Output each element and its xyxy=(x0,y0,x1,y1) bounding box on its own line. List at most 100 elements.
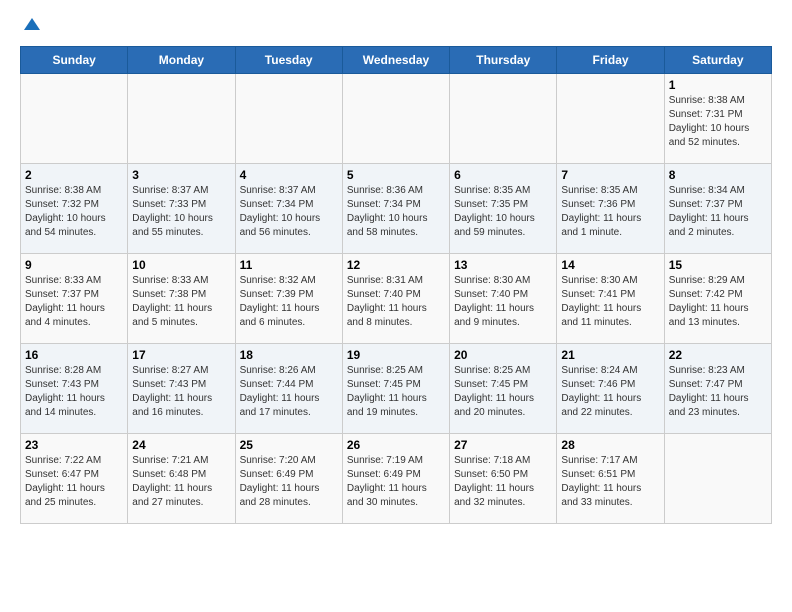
day-number: 16 xyxy=(25,348,123,362)
calendar-week-row: 23Sunrise: 7:22 AM Sunset: 6:47 PM Dayli… xyxy=(21,434,772,524)
day-info: Sunrise: 8:31 AM Sunset: 7:40 PM Dayligh… xyxy=(347,274,445,330)
day-info: Sunrise: 8:28 AM Sunset: 7:43 PM Dayligh… xyxy=(25,364,123,420)
day-info: Sunrise: 8:35 AM Sunset: 7:36 PM Dayligh… xyxy=(561,184,659,240)
weekday-header-monday: Monday xyxy=(128,47,235,74)
calendar-cell: 8 Sunrise: 8:34 AM Sunset: 7:37 PM Daylig… xyxy=(664,164,771,254)
day-number: 11 xyxy=(240,258,338,272)
calendar-cell: 14Sunrise: 8:30 AM Sunset: 7:41 PM Dayli… xyxy=(557,254,664,344)
calendar-cell: 9 Sunrise: 8:33 AM Sunset: 7:37 PM Daylig… xyxy=(21,254,128,344)
calendar-cell: 10 Sunrise: 8:33 AM Sunset: 7:38 PM Dayli… xyxy=(128,254,235,344)
day-info: Sunrise: 8:34 AM Sunset: 7:37 PM Dayligh… xyxy=(669,184,767,240)
day-number: 23 xyxy=(25,438,123,452)
calendar-cell: 21 Sunrise: 8:24 AM Sunset: 7:46 PM Dayli… xyxy=(557,344,664,434)
day-number: 3 xyxy=(132,168,230,182)
calendar-cell: 2Sunrise: 8:38 AM Sunset: 7:32 PM Daylig… xyxy=(21,164,128,254)
day-number: 9 xyxy=(25,258,123,272)
weekday-header-friday: Friday xyxy=(557,47,664,74)
logo xyxy=(20,20,42,36)
calendar-cell xyxy=(342,74,449,164)
day-number: 14 xyxy=(561,258,659,272)
day-info: Sunrise: 8:35 AM Sunset: 7:35 PM Dayligh… xyxy=(454,184,552,240)
calendar-cell: 27 Sunrise: 7:18 AM Sunset: 6:50 PM Dayli… xyxy=(450,434,557,524)
day-number: 20 xyxy=(454,348,552,362)
weekday-header-saturday: Saturday xyxy=(664,47,771,74)
calendar-week-row: 9 Sunrise: 8:33 AM Sunset: 7:37 PM Daylig… xyxy=(21,254,772,344)
calendar-cell: 23Sunrise: 7:22 AM Sunset: 6:47 PM Dayli… xyxy=(21,434,128,524)
calendar-cell: 6 Sunrise: 8:35 AM Sunset: 7:35 PM Daylig… xyxy=(450,164,557,254)
calendar-cell: 25 Sunrise: 7:20 AM Sunset: 6:49 PM Dayli… xyxy=(235,434,342,524)
day-number: 4 xyxy=(240,168,338,182)
calendar-cell xyxy=(557,74,664,164)
calendar-cell: 17 Sunrise: 8:27 AM Sunset: 7:43 PM Dayli… xyxy=(128,344,235,434)
calendar-cell xyxy=(664,434,771,524)
day-number: 19 xyxy=(347,348,445,362)
weekday-header-thursday: Thursday xyxy=(450,47,557,74)
day-number: 28 xyxy=(561,438,659,452)
day-info: Sunrise: 8:37 AM Sunset: 7:33 PM Dayligh… xyxy=(132,184,230,240)
day-info: Sunrise: 7:17 AM Sunset: 6:51 PM Dayligh… xyxy=(561,454,659,510)
day-info: Sunrise: 8:25 AM Sunset: 7:45 PM Dayligh… xyxy=(454,364,552,420)
calendar-cell: 3 Sunrise: 8:37 AM Sunset: 7:33 PM Daylig… xyxy=(128,164,235,254)
day-number: 26 xyxy=(347,438,445,452)
day-number: 25 xyxy=(240,438,338,452)
day-info: Sunrise: 7:19 AM Sunset: 6:49 PM Dayligh… xyxy=(347,454,445,510)
day-info: Sunrise: 7:20 AM Sunset: 6:49 PM Dayligh… xyxy=(240,454,338,510)
day-info: Sunrise: 8:23 AM Sunset: 7:47 PM Dayligh… xyxy=(669,364,767,420)
day-number: 5 xyxy=(347,168,445,182)
calendar-cell xyxy=(128,74,235,164)
calendar-cell: 22 Sunrise: 8:23 AM Sunset: 7:47 PM Dayli… xyxy=(664,344,771,434)
weekday-header-wednesday: Wednesday xyxy=(342,47,449,74)
calendar-cell: 18 Sunrise: 8:26 AM Sunset: 7:44 PM Dayli… xyxy=(235,344,342,434)
day-number: 6 xyxy=(454,168,552,182)
day-info: Sunrise: 8:32 AM Sunset: 7:39 PM Dayligh… xyxy=(240,274,338,330)
day-number: 22 xyxy=(669,348,767,362)
day-info: Sunrise: 7:18 AM Sunset: 6:50 PM Dayligh… xyxy=(454,454,552,510)
calendar-table: SundayMondayTuesdayWednesdayThursdayFrid… xyxy=(20,46,772,524)
calendar-cell: 4 Sunrise: 8:37 AM Sunset: 7:34 PM Daylig… xyxy=(235,164,342,254)
day-info: Sunrise: 8:38 AM Sunset: 7:31 PM Dayligh… xyxy=(669,94,767,150)
day-number: 17 xyxy=(132,348,230,362)
weekday-header-row: SundayMondayTuesdayWednesdayThursdayFrid… xyxy=(21,47,772,74)
calendar-cell: 26 Sunrise: 7:19 AM Sunset: 6:49 PM Dayli… xyxy=(342,434,449,524)
calendar-cell: 13Sunrise: 8:30 AM Sunset: 7:40 PM Dayli… xyxy=(450,254,557,344)
day-info: Sunrise: 8:24 AM Sunset: 7:46 PM Dayligh… xyxy=(561,364,659,420)
calendar-week-row: 2Sunrise: 8:38 AM Sunset: 7:32 PM Daylig… xyxy=(21,164,772,254)
calendar-cell: 7 Sunrise: 8:35 AM Sunset: 7:36 PM Daylig… xyxy=(557,164,664,254)
day-number: 1 xyxy=(669,78,767,92)
logo-icon xyxy=(22,16,42,36)
day-number: 10 xyxy=(132,258,230,272)
day-info: Sunrise: 8:33 AM Sunset: 7:37 PM Dayligh… xyxy=(25,274,123,330)
day-info: Sunrise: 8:36 AM Sunset: 7:34 PM Dayligh… xyxy=(347,184,445,240)
day-number: 27 xyxy=(454,438,552,452)
calendar-week-row: 16 Sunrise: 8:28 AM Sunset: 7:43 PM Dayli… xyxy=(21,344,772,434)
weekday-header-sunday: Sunday xyxy=(21,47,128,74)
day-info: Sunrise: 8:26 AM Sunset: 7:44 PM Dayligh… xyxy=(240,364,338,420)
calendar-cell xyxy=(21,74,128,164)
day-number: 7 xyxy=(561,168,659,182)
day-info: Sunrise: 8:27 AM Sunset: 7:43 PM Dayligh… xyxy=(132,364,230,420)
calendar-cell: 28 Sunrise: 7:17 AM Sunset: 6:51 PM Dayli… xyxy=(557,434,664,524)
day-number: 18 xyxy=(240,348,338,362)
day-info: Sunrise: 8:29 AM Sunset: 7:42 PM Dayligh… xyxy=(669,274,767,330)
calendar-cell: 12 Sunrise: 8:31 AM Sunset: 7:40 PM Dayli… xyxy=(342,254,449,344)
calendar-cell: 11 Sunrise: 8:32 AM Sunset: 7:39 PM Dayli… xyxy=(235,254,342,344)
weekday-header-tuesday: Tuesday xyxy=(235,47,342,74)
day-number: 12 xyxy=(347,258,445,272)
page-header xyxy=(20,20,772,36)
calendar-cell: 24 Sunrise: 7:21 AM Sunset: 6:48 PM Dayli… xyxy=(128,434,235,524)
day-number: 15 xyxy=(669,258,767,272)
day-info: Sunrise: 8:37 AM Sunset: 7:34 PM Dayligh… xyxy=(240,184,338,240)
calendar-week-row: 1 Sunrise: 8:38 AM Sunset: 7:31 PM Daylig… xyxy=(21,74,772,164)
calendar-cell: 1 Sunrise: 8:38 AM Sunset: 7:31 PM Daylig… xyxy=(664,74,771,164)
day-number: 8 xyxy=(669,168,767,182)
day-info: Sunrise: 8:33 AM Sunset: 7:38 PM Dayligh… xyxy=(132,274,230,330)
calendar-cell: 16 Sunrise: 8:28 AM Sunset: 7:43 PM Dayli… xyxy=(21,344,128,434)
day-number: 24 xyxy=(132,438,230,452)
day-info: Sunrise: 8:38 AM Sunset: 7:32 PM Dayligh… xyxy=(25,184,123,240)
calendar-cell: 20 Sunrise: 8:25 AM Sunset: 7:45 PM Dayli… xyxy=(450,344,557,434)
calendar-cell xyxy=(450,74,557,164)
day-info: Sunrise: 7:21 AM Sunset: 6:48 PM Dayligh… xyxy=(132,454,230,510)
day-number: 13 xyxy=(454,258,552,272)
day-number: 21 xyxy=(561,348,659,362)
calendar-cell: 5 Sunrise: 8:36 AM Sunset: 7:34 PM Daylig… xyxy=(342,164,449,254)
